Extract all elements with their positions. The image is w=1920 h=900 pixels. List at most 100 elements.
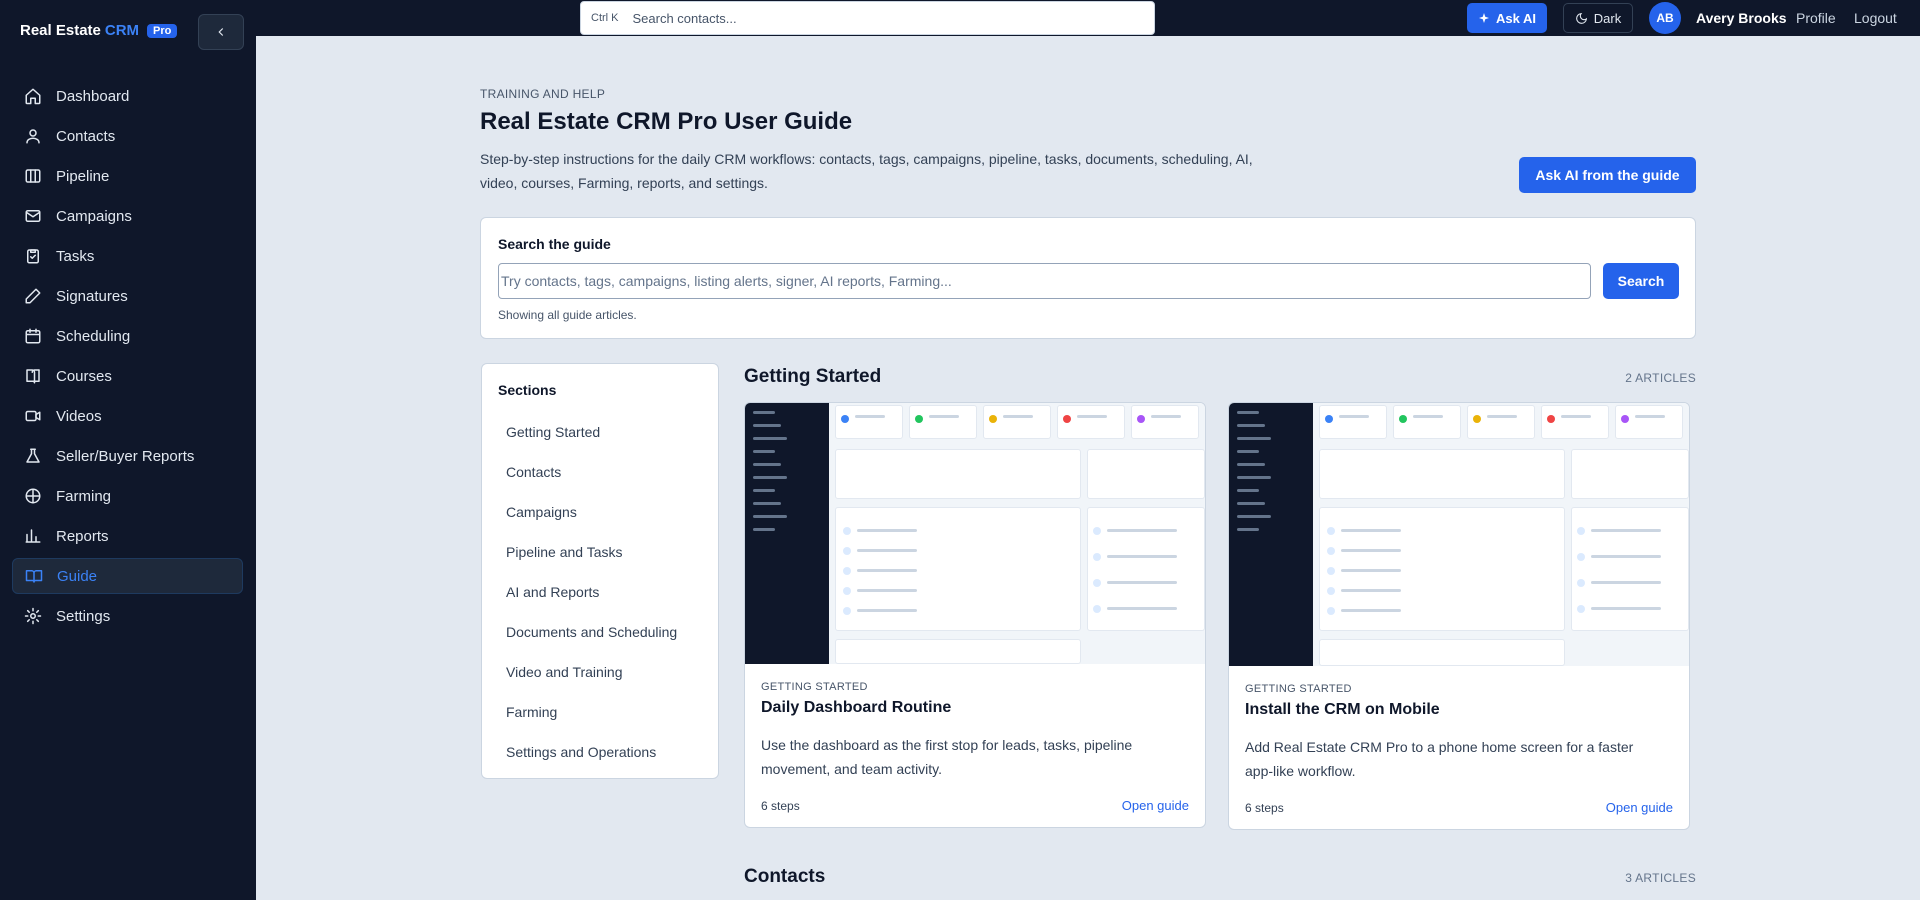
sidebar-item-dashboard[interactable]: Dashboard [12,78,243,114]
thumb-stat-bar [1151,415,1181,418]
pipeline-icon [25,169,41,183]
user-name: Avery Brooks [1696,10,1787,26]
video-icon [25,410,41,422]
open-guide-link[interactable]: Open guide [1122,798,1189,813]
thumb-row-avatar [843,527,851,535]
thumb-activity-dot [1577,527,1585,535]
mail-icon [25,210,41,222]
thumb-activity-panel [1571,507,1689,631]
sidebar-nav: Dashboard Contacts Pipeline Campaigns Tasks S… [12,78,243,638]
section-link[interactable]: Settings and Operations [498,732,708,772]
sidebar-item-label: Reports [56,527,109,545]
sidebar-item-courses[interactable]: Courses [12,358,243,394]
thumb-activity-bar [1591,555,1661,558]
sidebar-item-label: Signatures [56,287,128,305]
thumb-activity-panel [1087,507,1205,631]
brand-logo[interactable]: Real Estate CRM Pro [20,22,178,39]
logout-link[interactable]: Logout [1854,10,1897,26]
sidebar-item-label: Videos [56,407,102,425]
section-link[interactable]: Campaigns [498,492,708,532]
sidebar-item-guide[interactable]: Guide [12,558,243,594]
thumb-row-bar [857,529,917,532]
thumb-activity-bar [1591,529,1661,532]
ask-ai-guide-button[interactable]: Ask AI from the guide [1519,157,1696,193]
thumb-row-avatar [1327,567,1335,575]
thumb-stat-dot [915,415,923,423]
section-link[interactable]: Documents and Scheduling [498,612,708,652]
sidebar-item-label: Settings [56,607,111,625]
brand-name: Real Estate [20,22,101,39]
sidebar-item-contacts[interactable]: Contacts [12,118,243,154]
thumb-row-avatar [1327,527,1335,535]
dark-mode-label: Dark [1593,10,1622,26]
sections-panel: Sections Getting Started Contacts Campaign… [481,363,719,779]
sidebar-item-label: Guide [57,567,98,585]
article-card[interactable]: GETTING STARTED Install the CRM on Mobil… [1228,402,1690,830]
thumb-nav-line [1237,463,1265,466]
thumb-nav-line [753,450,775,453]
section-link[interactable]: Video and Training [498,652,708,692]
profile-link[interactable]: Profile [1796,10,1836,26]
thumb-nav-line [1237,476,1271,479]
thumb-row-bar [857,569,917,572]
open-guide-link[interactable]: Open guide [1606,800,1673,815]
sidebar-item-scheduling[interactable]: Scheduling [12,318,243,354]
thumb-activity-dot [1577,605,1585,613]
article-card[interactable]: GETTING STARTED Daily Dashboard Routine … [744,402,1206,828]
thumb-nav-line [1237,411,1259,414]
sidebar-item-tasks[interactable]: Tasks [12,238,243,274]
thumb-row-avatar [1327,587,1335,595]
section-link[interactable]: Getting Started [498,412,708,452]
thumb-nav-line [753,502,781,505]
ask-ai-button[interactable]: Ask AI [1467,3,1547,33]
sidebar-collapse-button[interactable] [198,14,244,50]
avatar[interactable]: AB [1649,2,1681,34]
thumb-activity-bar [1107,581,1177,584]
sidebar-item-settings[interactable]: Settings [12,598,243,634]
article-description: Use the dashboard as the first stop for … [761,737,1133,777]
thumb-activity-dot [1093,553,1101,561]
sidebar-item-pipeline[interactable]: Pipeline [12,158,243,194]
section-link[interactable]: Pipeline and Tasks [498,532,708,572]
thumb-nav-line [753,515,787,518]
flask-icon [26,448,40,463]
sidebar-item-label: Dashboard [56,87,130,105]
thumb-row-bar [857,589,917,592]
thumb-stat-bar [1635,415,1665,418]
sidebar-item-seller-buyer-reports[interactable]: Seller/Buyer Reports [12,438,243,474]
chevron-left-icon [218,28,224,36]
thumb-tasks-panel [1319,449,1565,499]
thumb-stat-dot [1137,415,1145,423]
guide-search-button[interactable]: Search [1603,263,1679,299]
guide-search-input[interactable]: Try contacts, tags, campaigns, listing a… [498,263,1591,299]
dark-mode-toggle[interactable]: Dark [1563,3,1633,33]
sidebar-item-videos[interactable]: Videos [12,398,243,434]
section-link[interactable]: Farming [498,692,708,732]
contact-search-input[interactable]: Ctrl K Search contacts... [580,1,1155,35]
thumb-row-avatar [843,587,851,595]
gear-icon [24,607,42,625]
ask-ai-label: Ask AI [1496,10,1536,26]
article-category: GETTING STARTED [761,681,868,693]
thumb-activity-bar [1107,607,1177,610]
article-thumbnail [1229,403,1689,666]
sidebar-item-label: Courses [56,367,112,385]
thumb-row-bar [1341,549,1401,552]
thumb-activity-bar [1107,529,1177,532]
sidebar-item-reports[interactable]: Reports [12,518,243,554]
thumb-stat-dot [1621,415,1629,423]
thumb-sidebar [745,403,829,664]
sidebar-item-signatures[interactable]: Signatures [12,278,243,314]
contacts-icon [26,129,40,144]
thumb-row-bar [1341,609,1401,612]
article-title: Daily Dashboard Routine [761,699,952,716]
sidebar-item-label: Tasks [56,247,95,265]
section-link[interactable]: Contacts [498,452,708,492]
sidebar-item-campaigns[interactable]: Campaigns [12,198,243,234]
section-link[interactable]: AI and Reports [498,572,708,612]
sidebar-item-farming[interactable]: Farming [12,478,243,514]
page-eyebrow: TRAINING AND HELP [480,87,606,101]
thumb-nav-line [1237,450,1259,453]
thumb-stat-dot [1325,415,1333,423]
thumb-stat-dot [841,415,849,423]
